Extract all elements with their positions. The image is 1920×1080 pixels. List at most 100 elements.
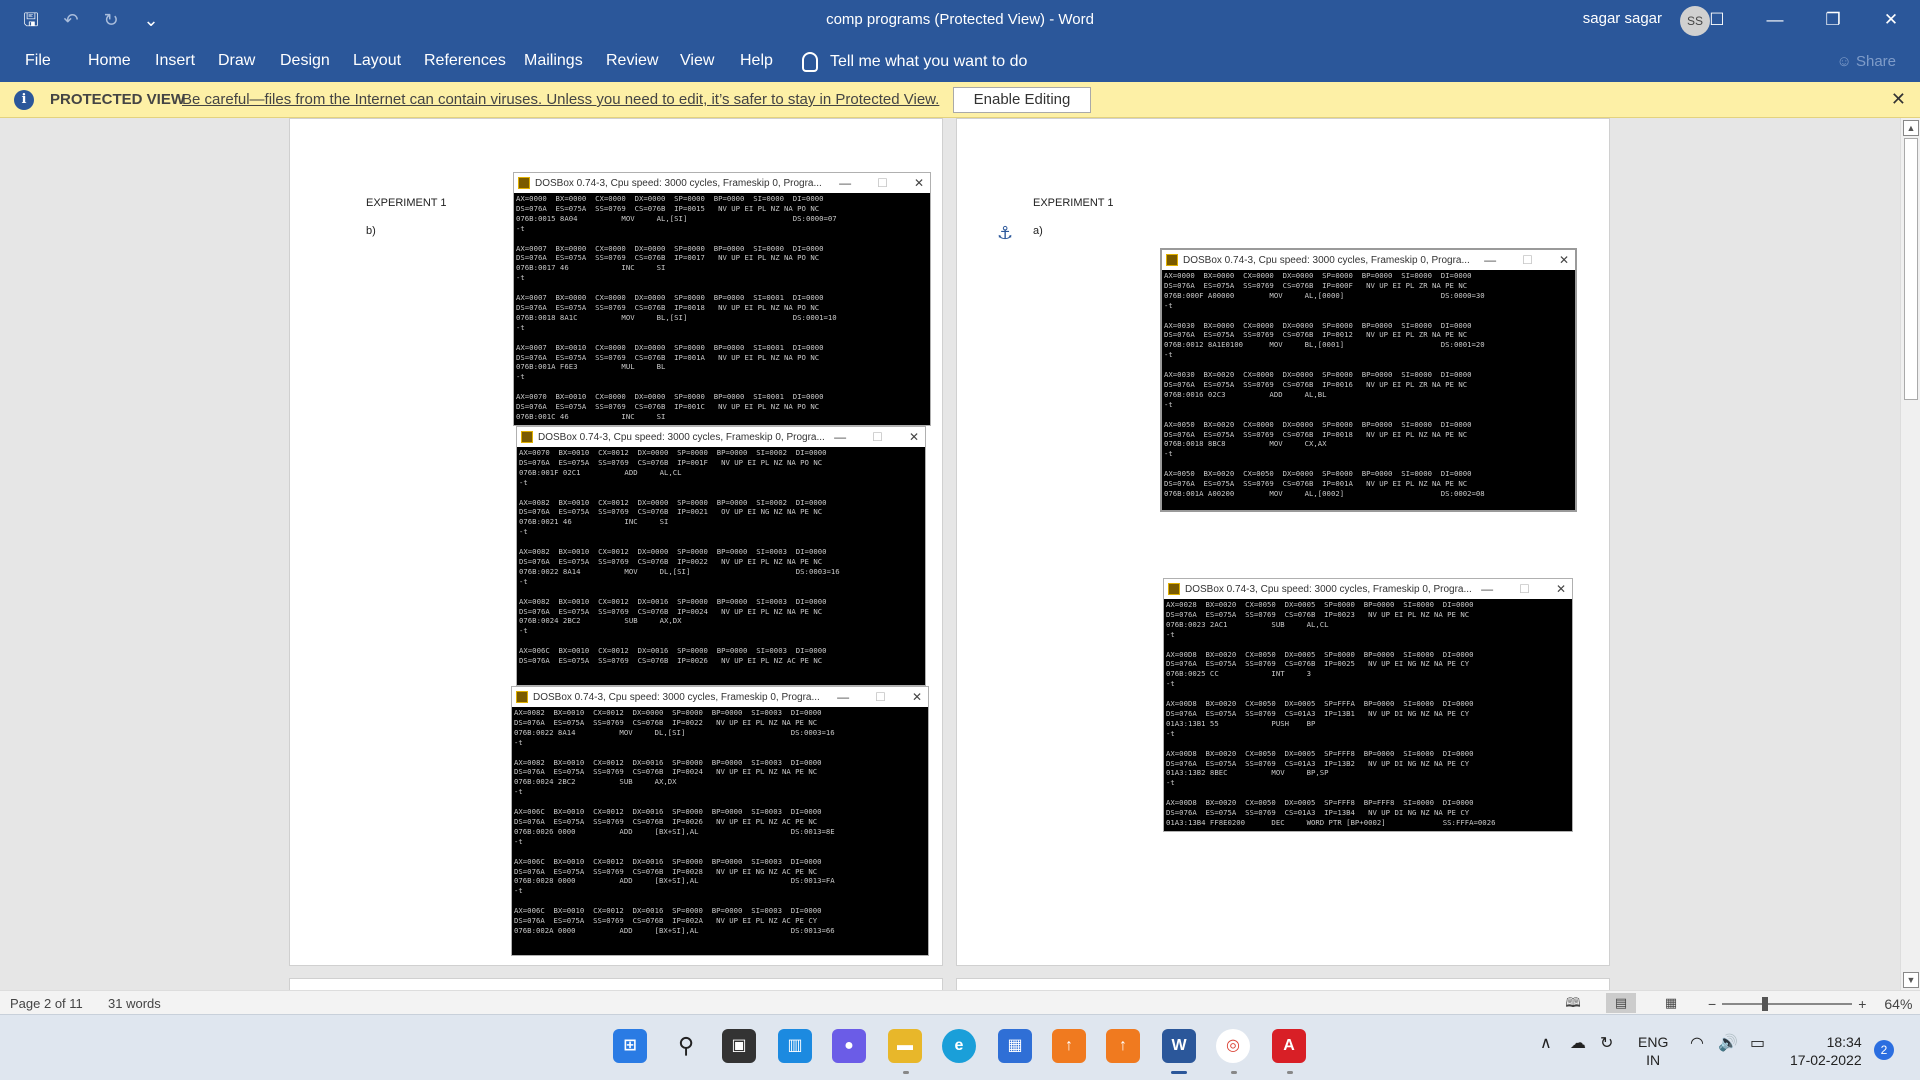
app-icon-orange[interactable]: ↑ [1052,1029,1086,1063]
lightbulb-icon [802,52,818,72]
date: 17-02-2022 [1790,1052,1862,1068]
tell-me-label: Tell me what you want to do [830,53,1028,70]
close-icon[interactable]: ✕ [1862,0,1920,40]
wifi-icon[interactable]: ◠ [1690,1033,1704,1053]
tab-file[interactable]: File [25,52,51,70]
scroll-thumb[interactable] [1904,138,1918,400]
dosbox-title: DOSBox 0.74-3, Cpu speed: 3000 cycles, F… [1183,254,1470,266]
scroll-down-icon[interactable]: ▼ [1903,972,1919,988]
minimize-icon[interactable]: — [1746,0,1804,40]
scroll-up-icon[interactable]: ▲ [1903,120,1919,136]
experiment-part-label: b) [366,225,376,237]
search-icon[interactable]: ⚲ [669,1029,703,1063]
chrome-icon[interactable]: ◎ [1216,1029,1250,1063]
page-next-right[interactable] [956,978,1610,990]
task-view-icon[interactable]: ▣ [722,1029,756,1063]
store-icon[interactable]: ▦ [998,1029,1032,1063]
tell-me-search[interactable]: Tell me what you want to do [802,52,1027,72]
page-next-left[interactable] [289,978,943,990]
word-icon[interactable]: W [1162,1029,1196,1063]
running-indicator [903,1071,909,1074]
minimize-icon: — [834,430,847,444]
user-name[interactable]: sagar sagar [1583,10,1662,27]
print-layout-icon[interactable]: ▤ [1606,993,1636,1013]
language-label: ENG [1638,1034,1669,1050]
acrobat-icon[interactable]: A [1272,1029,1306,1063]
zoom-in-icon[interactable]: + [1858,996,1866,1012]
dosbox-window: DOSBox 0.74-3, Cpu speed: 3000 cycles, F… [1163,578,1573,832]
dosbox-title-bar: DOSBox 0.74-3, Cpu speed: 3000 cycles, F… [512,687,928,707]
dosbox-title: DOSBox 0.74-3, Cpu speed: 3000 cycles, F… [535,177,822,189]
protected-view-message[interactable]: Be careful—files from the Internet can c… [182,91,939,108]
dosbox-title: DOSBox 0.74-3, Cpu speed: 3000 cycles, F… [538,431,825,443]
tab-insert[interactable]: Insert [155,52,195,70]
file-explorer-icon[interactable]: ▬ [888,1029,922,1063]
cloud-icon[interactable]: ☁ [1570,1033,1586,1053]
zoom-level[interactable]: 64% [1884,996,1912,1012]
edge-icon[interactable]: e [942,1029,976,1063]
close-bar-icon[interactable]: ✕ [1891,89,1906,110]
maximize-icon: ☐ [1522,253,1533,267]
anchor-icon[interactable]: ⚓ [997,223,1013,244]
protected-view-label: PROTECTED VIEW [50,91,186,108]
dosbox-output: AX=0070 BX=0010 CX=0012 DX=0000 SP=0000 … [519,448,840,666]
tab-design[interactable]: Design [280,52,330,70]
maximize-icon: ☐ [1519,582,1530,596]
dosbox-output: AX=0000 BX=0000 CX=0000 DX=0000 SP=0000 … [516,194,837,421]
dosbox-icon [521,431,533,443]
share-button[interactable]: ☺ Share [1836,53,1896,70]
vertical-scrollbar[interactable]: ▲ ▼ [1900,118,1920,990]
app-icon-orange-2[interactable]: ↑ [1106,1029,1140,1063]
running-indicator [1287,1071,1293,1074]
info-icon: i [14,90,34,110]
zoom-slider-knob[interactable] [1762,997,1769,1011]
battery-icon[interactable]: ▭ [1750,1033,1765,1053]
minimize-icon: — [837,690,850,704]
tab-review[interactable]: Review [606,52,658,70]
tab-help[interactable]: Help [740,52,773,70]
time: 18:34 [1826,1034,1862,1050]
web-layout-icon[interactable]: ▦ [1656,993,1686,1013]
zoom-out-icon[interactable]: − [1708,996,1716,1012]
dosbox-window: DOSBox 0.74-3, Cpu speed: 3000 cycles, F… [1160,248,1577,512]
dosbox-title-bar: DOSBox 0.74-3, Cpu speed: 3000 cycles, F… [517,427,925,447]
restore-icon[interactable]: ❐ [1804,0,1862,40]
dosbox-title-bar: DOSBox 0.74-3, Cpu speed: 3000 cycles, F… [514,173,930,193]
chat-icon[interactable]: ● [832,1029,866,1063]
minimize-icon: — [839,176,852,190]
language-indicator[interactable]: ENG IN [1638,1033,1668,1069]
widgets-icon[interactable]: ▥ [778,1029,812,1063]
dosbox-output: AX=0082 BX=0010 CX=0012 DX=0000 SP=0000 … [514,708,835,935]
ribbon-tabs: File Home Insert Draw Design Layout Refe… [0,40,1920,82]
zoom-slider[interactable] [1722,997,1853,1011]
word-count[interactable]: 31 words [108,996,161,1011]
tab-layout[interactable]: Layout [353,52,401,70]
start-icon[interactable]: ⊞ [613,1029,647,1063]
dosbox-window: DOSBox 0.74-3, Cpu speed: 3000 cycles, F… [511,686,929,956]
dosbox-title-bar: DOSBox 0.74-3, Cpu speed: 3000 cycles, F… [1164,579,1572,599]
show-hidden-icons[interactable]: ∧ [1540,1033,1552,1053]
page-right[interactable]: EXPERIMENT 1 a) ⚓ [956,118,1610,966]
tab-view[interactable]: View [680,52,714,70]
tab-draw[interactable]: Draw [218,52,255,70]
tab-references[interactable]: References [424,52,506,70]
close-icon: ✕ [913,176,924,190]
minimize-icon: — [1481,582,1494,596]
dosbox-icon [516,691,528,703]
tab-mailings[interactable]: Mailings [524,52,583,70]
dosbox-icon [518,177,530,189]
maximize-icon: ☐ [875,690,886,704]
volume-icon[interactable]: 🔊 [1718,1033,1738,1053]
read-mode-icon[interactable]: 🕮 [1558,993,1588,1013]
ribbon-display-options-icon[interactable]: ☐ [1688,0,1746,40]
window-controls: ☐ — ❐ ✕ [1688,0,1920,40]
close-icon: ✕ [1555,582,1566,596]
dosbox-icon [1166,254,1178,266]
tab-home[interactable]: Home [88,52,131,70]
page-count[interactable]: Page 2 of 11 [10,996,83,1011]
clock[interactable]: 18:34 17-02-2022 [1790,1033,1862,1069]
document-area[interactable]: EXPERIMENT 1 b) EXPERIMENT 1 a) ⚓ DOSBox… [0,118,1900,990]
notification-badge[interactable]: 2 [1874,1040,1894,1060]
sync-icon[interactable]: ↻ [1600,1033,1613,1053]
enable-editing-button[interactable]: Enable Editing [953,87,1091,113]
